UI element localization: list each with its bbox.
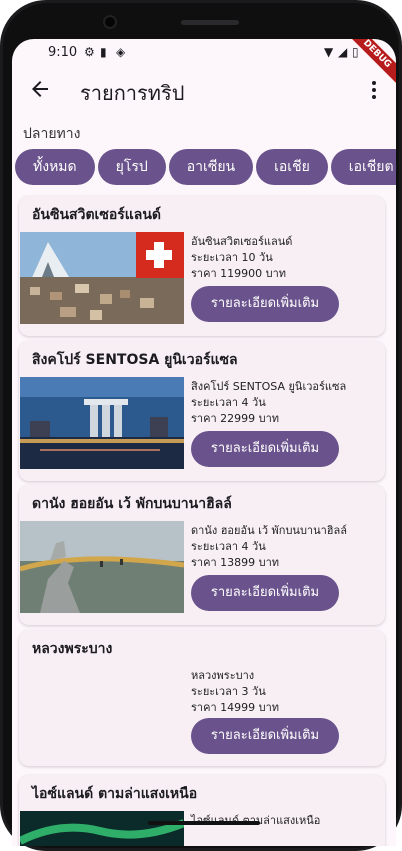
trip-name: ดานัง ฮอยอัน เว้ พักบนบานาฮิลล์ (191, 524, 347, 537)
trip-title: อันซินสวิตเซอร์แลนด์ (32, 207, 162, 223)
trip-price: ราคา 22999 บาท (191, 412, 280, 425)
app-status-icon: ◈ (116, 45, 126, 59)
details-button[interactable]: รายละเอียดเพิ่มเติม (191, 575, 339, 611)
chip-all[interactable]: ทั้งหมด (15, 149, 95, 185)
app-screen: 9:10 ⚙ ▮ ◈ ▼ ◢ ▯ DEBUG รายการทริป ปลายทา… (12, 39, 396, 846)
trip-info: อันซินสวิตเซอร์แลนด์ ระยะเวลา 10 วัน ราค… (191, 234, 292, 282)
trip-title: สิงคโปร์ SENTOSA ยูนิเวอร์แซล (32, 352, 238, 368)
trip-duration: ระยะเวลา 4 วัน (191, 396, 266, 409)
trip-duration: ระยะเวลา 10 วัน (191, 251, 273, 264)
trip-image (20, 811, 184, 846)
chip-more[interactable]: เอเชียต (330, 149, 396, 185)
page-title: รายการทริป (80, 81, 185, 105)
camera-lens (103, 15, 117, 29)
phone-frame: 9:10 ⚙ ▮ ◈ ▼ ◢ ▯ DEBUG รายการทริป ปลายทา… (0, 0, 402, 851)
trip-title: หลวงพระบาง (32, 641, 113, 657)
trip-image (20, 232, 184, 324)
gesture-bar (148, 821, 260, 825)
back-arrow-icon[interactable] (28, 77, 52, 101)
details-button[interactable]: รายละเอียดเพิ่มเติม (191, 718, 339, 754)
app-bar: รายการทริป (12, 65, 396, 117)
trip-card: สิงคโปร์ SENTOSA ยูนิเวอร์แซล สิงคโปร์ S… (19, 341, 385, 481)
status-bar: 9:10 ⚙ ▮ ◈ ▼ ◢ ▯ DEBUG (12, 39, 396, 91)
trip-price: ราคา 119900 บาท (191, 267, 287, 280)
trip-title: ดานัง ฮอยอัน เว้ พักบนบานาฮิลล์ (32, 496, 232, 512)
battery-icon: ▯ (352, 45, 359, 59)
earpiece-speaker (181, 20, 239, 25)
phone-bezel: 9:10 ⚙ ▮ ◈ ▼ ◢ ▯ DEBUG รายการทริป ปลายทา… (3, 3, 399, 848)
trip-card: อันซินสวิตเซอร์แลนด์ อันซินสวิตเซอร์แลนด… (19, 196, 385, 336)
trip-card: หลวงพระบาง หลวงพระบาง ระยะเวลา 3 วัน ราค… (19, 630, 385, 766)
settings-status-icon: ⚙ (84, 45, 95, 59)
signal-icon: ◢ (338, 45, 348, 59)
more-vert-icon[interactable] (364, 79, 384, 101)
trip-title: ไอซ์แลนด์ ตามล่าแสงเหนือ (32, 786, 198, 802)
trip-image (20, 521, 184, 613)
trip-info: สิงคโปร์ SENTOSA ยูนิเวอร์แซล ระยะเวลา 4… (191, 379, 346, 427)
filter-chips: ทั้งหมด ยุโรป อาเซียน เอเชีย เอเชียต (15, 149, 396, 185)
trip-info: หลวงพระบาง ระยะเวลา 3 วัน ราคา 14999 บาท (191, 668, 279, 716)
trip-price: ราคา 13899 บาท (191, 556, 280, 569)
destination-label: ปลายทาง (23, 126, 81, 142)
trip-duration: ระยะเวลา 4 วัน (191, 540, 266, 553)
details-button[interactable]: รายละเอียดเพิ่มเติม (191, 431, 339, 467)
details-button[interactable]: รายละเอียดเพิ่มเติม (191, 286, 339, 322)
chip-asia[interactable]: เอเชีย (256, 149, 328, 185)
trip-name: อันซินสวิตเซอร์แลนด์ (191, 235, 293, 248)
trip-duration: ระยะเวลา 3 วัน (191, 685, 266, 698)
status-time: 9:10 (48, 45, 78, 60)
trip-image (20, 377, 184, 469)
trip-card: ไอซ์แลนด์ ตามล่าแสงเหนือ ไอซ์แลนด์ ตามล่… (19, 775, 385, 846)
trip-card: ดานัง ฮอยอัน เว้ พักบนบานาฮิลล์ ดานัง ฮอ… (19, 485, 385, 625)
trip-price: ราคา 14999 บาท (191, 701, 280, 714)
wifi-icon: ▼ (324, 45, 334, 59)
chip-asean[interactable]: อาเซียน (168, 149, 254, 185)
chip-europe[interactable]: ยุโรป (97, 149, 166, 185)
trip-name: หลวงพระบาง (191, 669, 255, 682)
trip-name: สิงคโปร์ SENTOSA ยูนิเวอร์แซล (191, 380, 347, 393)
sim-card-icon: ▮ (100, 45, 107, 59)
trip-info: ดานัง ฮอยอัน เว้ พักบนบานาฮิลล์ ระยะเวลา… (191, 523, 347, 571)
